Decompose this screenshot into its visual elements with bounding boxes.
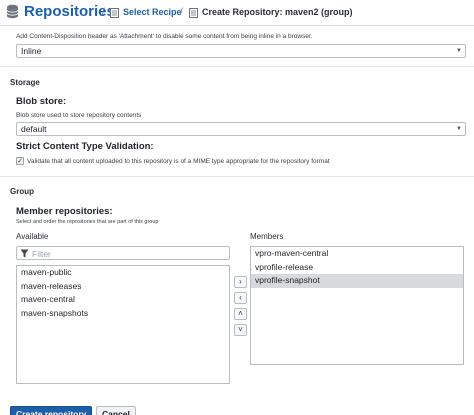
filter-placeholder: Filter <box>32 249 51 259</box>
create-repository-button[interactable]: Create repository <box>10 406 93 415</box>
move-down-button[interactable]: ˅ <box>234 324 247 336</box>
strict-validation-label: Strict Content Type Validation: <box>16 141 154 152</box>
blob-store-select[interactable]: default ▼ <box>16 122 466 136</box>
breadcrumb-create-repository: Create Repository: maven2 (group) <box>202 7 353 17</box>
blob-store-help: Blob store used to store repository cont… <box>16 112 142 119</box>
chevron-down-icon: ˅ <box>238 325 243 334</box>
section-divider <box>0 176 474 177</box>
member-repositories-label: Member repositories: <box>16 206 113 217</box>
available-column-label: Available <box>16 232 49 241</box>
chevron-up-icon: ˄ <box>238 309 243 318</box>
chevron-down-icon: ▼ <box>456 126 462 132</box>
member-item-vprofile-release[interactable]: vprofile-release <box>251 261 463 275</box>
blob-store-label: Blob store: <box>16 96 67 107</box>
list-item-maven-central[interactable]: maven-central <box>17 293 229 307</box>
move-up-button[interactable]: ˄ <box>234 308 247 320</box>
member-repositories-help: Select and order the repositories that a… <box>16 219 159 225</box>
content-disposition-help: Add Content-Disposition header as 'Attac… <box>16 33 313 40</box>
list-item-maven-snapshots[interactable]: maven-snapshots <box>17 307 229 321</box>
breadcrumb-select-recipe[interactable]: Select Recipe <box>123 7 182 17</box>
chevron-right-icon: › <box>239 277 242 286</box>
content-disposition-select[interactable]: Inline ▼ <box>16 44 466 58</box>
repository-icon <box>189 8 198 18</box>
page-header: Repositories / Select Recipe / Create Re… <box>0 0 474 26</box>
member-item-vpro-maven-central[interactable]: vpro-maven-central <box>251 247 463 261</box>
database-icon <box>6 4 19 19</box>
section-divider <box>0 66 474 67</box>
filter-icon <box>20 249 29 258</box>
chevron-down-icon: ▼ <box>456 48 462 54</box>
move-left-button[interactable]: ‹ <box>234 292 247 304</box>
member-item-vprofile-snapshot[interactable]: vprofile-snapshot <box>251 274 463 288</box>
members-list[interactable]: vpro-maven-central vprofile-release vpro… <box>250 246 464 365</box>
storage-section-title: Storage <box>10 78 40 87</box>
blob-store-value: default <box>21 124 47 134</box>
recipe-icon <box>110 8 119 18</box>
members-column-label: Members <box>250 232 284 241</box>
chevron-left-icon: ‹ <box>239 293 242 302</box>
list-item-maven-releases[interactable]: maven-releases <box>17 280 229 294</box>
available-list[interactable]: maven-public maven-releases maven-centra… <box>16 265 230 384</box>
breadcrumb-separator: / <box>102 7 105 18</box>
strict-validation-checkbox[interactable]: ✓ <box>16 157 24 165</box>
cancel-button[interactable]: Cancel <box>96 406 136 415</box>
list-item-maven-public[interactable]: maven-public <box>17 266 229 280</box>
breadcrumb-separator: / <box>180 7 183 18</box>
strict-validation-help: Validate that all content uploaded to th… <box>27 158 330 165</box>
group-section-title: Group <box>10 187 34 196</box>
content-disposition-value: Inline <box>21 46 42 56</box>
checkmark-icon: ✓ <box>17 158 23 165</box>
filter-input[interactable]: Filter <box>16 246 230 260</box>
move-right-button[interactable]: › <box>234 276 247 288</box>
